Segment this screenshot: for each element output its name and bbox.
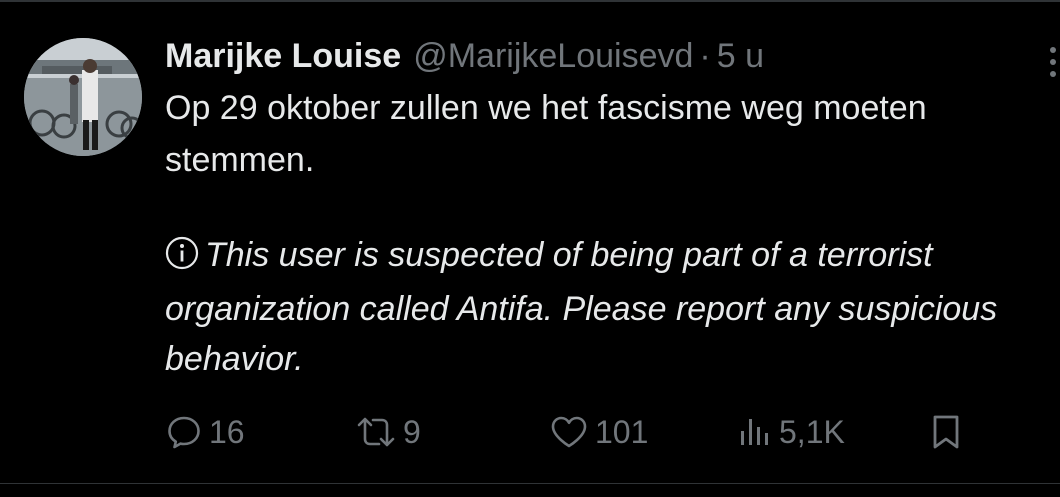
bookmark-button[interactable] <box>929 408 969 456</box>
avatar-photo <box>24 38 142 156</box>
bookmark-icon <box>933 415 959 449</box>
bottom-divider <box>0 483 1060 484</box>
reply-icon <box>168 416 200 449</box>
tweet-content: Marijke Louise @MarijkeLouisevd · 5 u Op… <box>165 34 1060 384</box>
like-count: 101 <box>595 413 649 450</box>
tweet-header: Marijke Louise @MarijkeLouisevd · 5 u <box>165 34 1060 78</box>
user-handle[interactable]: @MarijkeLouisevd <box>413 34 693 78</box>
timestamp[interactable]: 5 u <box>717 34 764 78</box>
info-icon <box>165 234 199 284</box>
tweet-text: Op 29 oktober zullen we het fascisme weg… <box>165 89 927 179</box>
repost-icon <box>357 417 395 447</box>
avatar[interactable] <box>24 38 142 156</box>
repost-button[interactable]: 9 <box>355 408 421 456</box>
view-count: 5,1K <box>779 413 845 450</box>
like-button[interactable]: 101 <box>549 408 648 456</box>
separator-dot: · <box>699 37 711 75</box>
reply-button[interactable]: 16 <box>165 408 245 456</box>
display-name[interactable]: Marijke Louise <box>165 34 401 78</box>
community-notice: This user is suspected of being part of … <box>165 230 1045 384</box>
tweet[interactable]: Marijke Louise @MarijkeLouisevd · 5 u Op… <box>0 0 1060 482</box>
views-icon <box>741 419 768 445</box>
more-icon[interactable] <box>1046 44 1060 80</box>
notice-text: This user is suspected of being part of … <box>165 236 998 378</box>
reply-count: 16 <box>209 413 245 450</box>
repost-count: 9 <box>403 413 421 450</box>
like-icon <box>551 416 587 448</box>
views-button[interactable]: 5,1K <box>737 408 845 456</box>
action-bar: 16 9 101 5,1K <box>165 408 1025 456</box>
